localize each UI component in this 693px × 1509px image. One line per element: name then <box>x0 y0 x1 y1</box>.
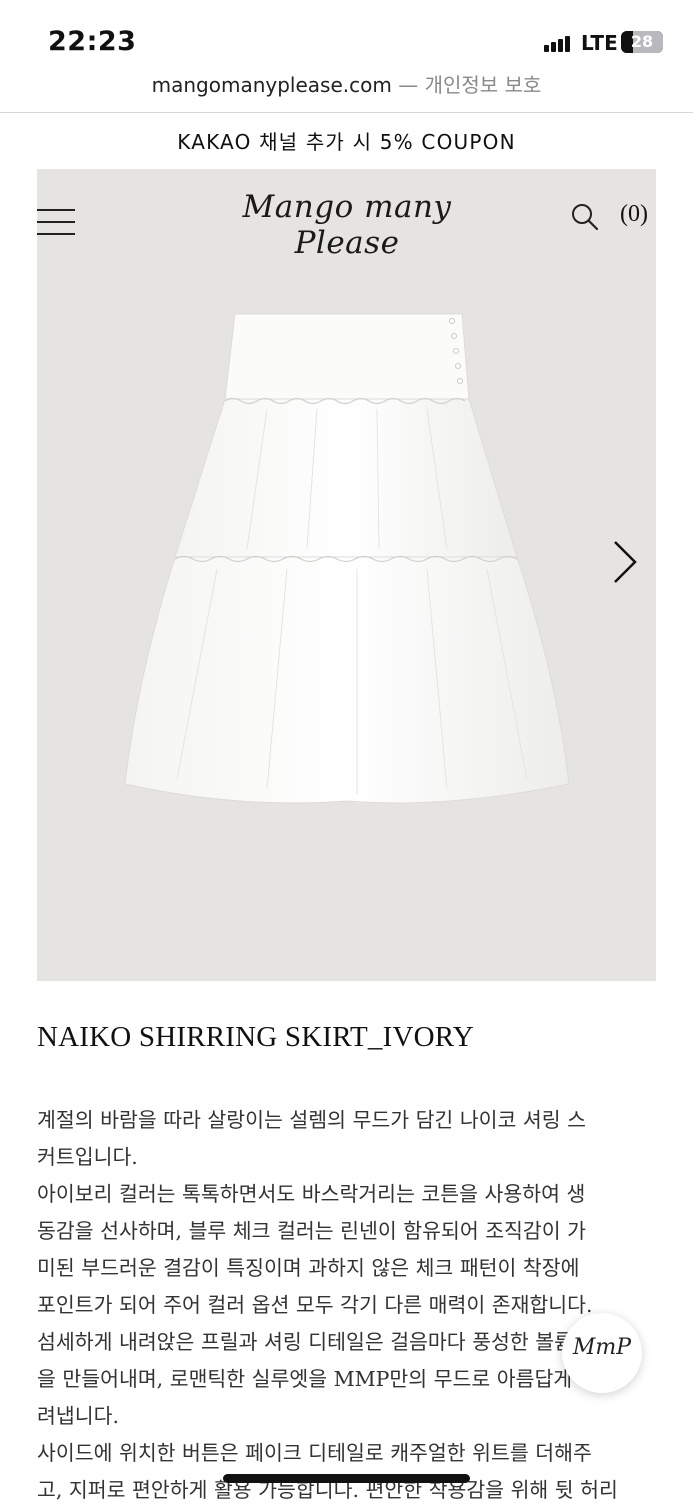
description-line: 포인트가 되어 주어 컬러 옵션 모두 각기 다른 매력이 존재합니다. <box>37 1293 593 1317</box>
description-line: 사이드에 위치한 버튼은 페이크 디테일로 캐주얼한 위트를 더해주 <box>37 1441 592 1465</box>
battery-level: 28 <box>630 32 654 51</box>
network-label: LTE <box>581 31 618 55</box>
privacy-label: 개인정보 보호 <box>424 73 542 97</box>
product-image <box>124 313 570 804</box>
chat-logo: MmP <box>572 1335 632 1360</box>
description-line: 려냅니다. <box>37 1404 119 1428</box>
chat-button[interactable]: MmP <box>562 1313 642 1393</box>
product-title: NAIKO SHIRRING SKIRT_IVORY <box>37 1021 474 1053</box>
description-line: 아이보리 컬러는 톡톡하면서도 바스락거리는 코튼을 사용하여 생 <box>37 1182 586 1206</box>
product-gallery[interactable]: Mango many Please (0) <box>37 169 656 981</box>
description-line: 커트입니다. <box>37 1145 138 1169</box>
announcement-banner[interactable]: KAKAO 채널 추가 시 5% COUPON <box>0 126 693 155</box>
status-time: 22:23 <box>48 26 137 57</box>
brand-logo[interactable]: Mango many Please <box>197 189 497 261</box>
description-line: 동감을 선사하며, 블루 체크 컬러는 린넨이 함유되어 조직감이 가 <box>37 1219 587 1243</box>
cart-count[interactable]: (0) <box>620 201 648 228</box>
description-line: 계절의 바람을 따라 살랑이는 설렘의 무드가 담긴 나이코 셔링 스 <box>37 1108 587 1132</box>
battery-icon: 28 <box>621 31 663 53</box>
url-bar-divider <box>0 112 693 113</box>
hamburger-icon[interactable] <box>37 209 75 235</box>
description-line: 미된 부드러운 결감이 특징이며 과하지 않은 체크 패턴이 착장에 <box>37 1256 580 1280</box>
signal-icon <box>544 34 574 52</box>
status-bar: 22:23 LTE 28 <box>0 0 693 70</box>
url-separator: — <box>391 73 425 97</box>
url-bar[interactable]: mangomanyplease.com — 개인정보 보호 <box>0 70 693 112</box>
url-domain: mangomanyplease.com <box>151 73 392 97</box>
home-indicator[interactable] <box>223 1474 470 1483</box>
product-description: 계절의 바람을 따라 살랑이는 설렘의 무드가 담긴 나이코 셔링 스 커트입니… <box>37 1102 661 1509</box>
chevron-right-icon[interactable] <box>611 539 639 585</box>
search-icon[interactable] <box>570 202 600 232</box>
